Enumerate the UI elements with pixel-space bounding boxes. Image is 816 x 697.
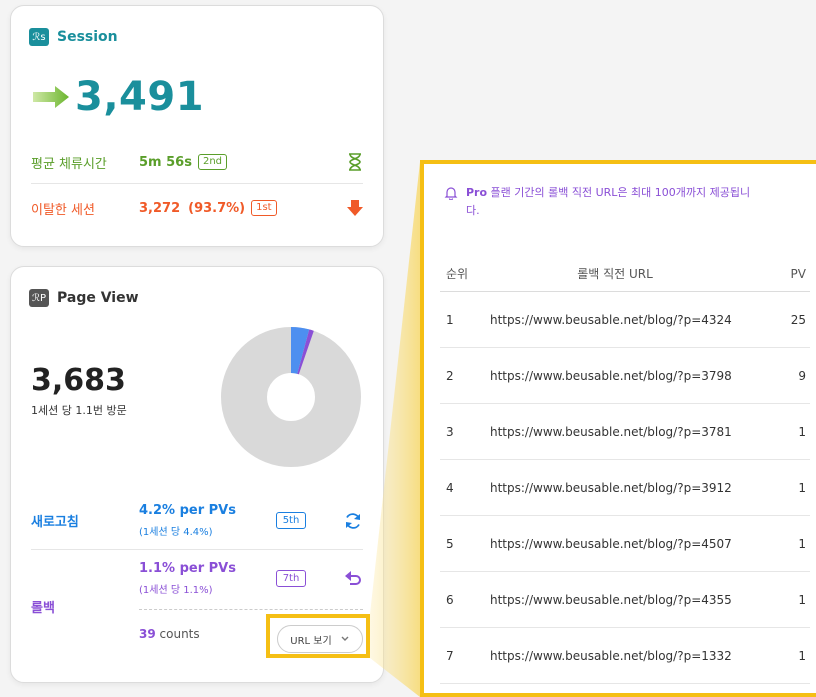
table-row[interactable]: 4 https://www.beusable.net/blog/?p=3912 1 <box>440 460 810 516</box>
rollback-counts-num: 39 <box>139 627 156 641</box>
row-rank: 6 <box>446 592 454 607</box>
row-pv: 1 <box>798 424 806 439</box>
row-pv: 1 <box>798 592 806 607</box>
avg-duration-label: 평균 체류시간 <box>31 156 107 172</box>
session-card: ℛs Session 3,491 평균 체류시간 5m 56s 2nd 이탈한 … <box>10 5 384 247</box>
header-url: 롤백 직전 URL <box>577 267 653 281</box>
url-button-highlight <box>266 614 370 658</box>
rollback-counts: 39 counts <box>139 627 200 641</box>
bell-icon <box>444 187 458 200</box>
row-rank: 1 <box>446 312 454 327</box>
rollback-rank: 7th <box>276 570 306 587</box>
header-rank: 순위 <box>446 267 469 281</box>
avg-duration-rank: 2nd <box>197 154 228 170</box>
table-row[interactable]: 3 https://www.beusable.net/blog/?p=3781 1 <box>440 404 810 460</box>
rollback-dotted <box>139 609 363 610</box>
row-url[interactable]: https://www.beusable.net/blog/?p=4355 <box>490 593 760 607</box>
exit-session-label: 이탈한 세션 <box>31 202 95 218</box>
avg-duration-row: 평균 체류시간 5m 56s 2nd <box>31 142 363 182</box>
table-header: 순위 롤백 직전 URL PV <box>440 256 810 292</box>
undo-icon <box>345 571 361 585</box>
rollback-url-table: 순위 롤백 직전 URL PV 1 https://www.beusable.ne… <box>440 256 810 684</box>
session-total: 3,491 <box>75 74 205 120</box>
row-rank: 2 <box>446 368 454 383</box>
refresh-main: 4.2% per PVs <box>139 503 236 518</box>
exit-session-row: 이탈한 세션 3,272 (93.7%) 1st <box>31 188 363 228</box>
rollback-sub: (1세션 당 1.1%) <box>139 585 213 596</box>
pro-notice-body: 플랜 기간의 롤백 직전 URL은 최대 100개까지 제공됩니다. <box>466 186 751 217</box>
session-title: Session <box>57 29 118 45</box>
rollback-main: 1.1% per PVs <box>139 561 236 576</box>
avg-duration-value: 5m 56s <box>139 154 192 170</box>
refresh-label: 새로고침 <box>31 515 79 530</box>
pageview-title: Page View <box>57 290 139 306</box>
pageview-header: ℛP Page View <box>29 289 139 307</box>
row-url[interactable]: https://www.beusable.net/blog/?p=1332 <box>490 649 760 663</box>
arrow-right-icon <box>33 86 69 108</box>
rollback-url-panel: Pro 플랜 기간의 롤백 직전 URL은 최대 100개까지 제공됩니다. 순… <box>420 160 816 697</box>
table-row[interactable]: 1 https://www.beusable.net/blog/?p=4324 25 <box>440 292 810 348</box>
exit-session-rank: 1st <box>251 200 277 216</box>
hourglass-icon <box>349 153 361 171</box>
row-url[interactable]: https://www.beusable.net/blog/?p=3781 <box>490 425 760 439</box>
rollback-counts-label: counts <box>159 627 200 641</box>
row-url[interactable]: https://www.beusable.net/blog/?p=3912 <box>490 481 760 495</box>
row-url[interactable]: https://www.beusable.net/blog/?p=4324 <box>490 313 760 327</box>
row-pv: 9 <box>798 368 806 383</box>
refresh-sub: (1세션 당 4.4%) <box>139 527 213 538</box>
session-divider <box>31 183 363 184</box>
row-rank: 3 <box>446 424 454 439</box>
pageview-donut <box>221 327 361 467</box>
table-row[interactable]: 2 https://www.beusable.net/blog/?p=3798 9 <box>440 348 810 404</box>
pv-divider <box>31 549 363 550</box>
pro-notice-text: Pro 플랜 기간의 롤백 직전 URL은 최대 100개까지 제공됩니다. <box>466 184 754 220</box>
row-rank: 5 <box>446 536 454 551</box>
pageview-person-icon: ℛP <box>29 289 49 307</box>
row-pv: 1 <box>798 480 806 495</box>
header-pv: PV <box>790 266 806 281</box>
row-url[interactable]: https://www.beusable.net/blog/?p=4507 <box>490 537 760 551</box>
exit-session-pct: (93.7%) <box>188 200 246 216</box>
table-row[interactable]: 7 https://www.beusable.net/blog/?p=1332 1 <box>440 628 810 684</box>
exit-session-value: 3,272 <box>139 200 181 216</box>
row-pv: 1 <box>798 536 806 551</box>
pageview-total: 3,683 <box>31 363 126 398</box>
session-person-icon: ℛs <box>29 28 49 46</box>
table-row[interactable]: 6 https://www.beusable.net/blog/?p=4355 1 <box>440 572 810 628</box>
rollback-label: 롤백 <box>31 601 55 616</box>
pro-notice: Pro 플랜 기간의 롤백 직전 URL은 최대 100개까지 제공됩니다. <box>444 184 754 220</box>
row-rank: 7 <box>446 648 454 663</box>
refresh-rank: 5th <box>276 512 306 529</box>
row-pv: 1 <box>798 648 806 663</box>
row-url[interactable]: https://www.beusable.net/blog/?p=3798 <box>490 369 760 383</box>
session-total-row: 3,491 <box>31 74 204 120</box>
pageview-sub: 1세션 당 1.1번 방문 <box>31 404 127 417</box>
table-body: 1 https://www.beusable.net/blog/?p=4324 25… <box>440 292 810 684</box>
arrow-down-icon <box>347 200 363 216</box>
refresh-icon <box>346 513 360 529</box>
session-header: ℛs Session <box>29 28 118 46</box>
row-pv: 25 <box>790 312 806 327</box>
table-row[interactable]: 5 https://www.beusable.net/blog/?p=4507 1 <box>440 516 810 572</box>
pro-notice-bold: Pro <box>466 186 488 199</box>
row-rank: 4 <box>446 480 454 495</box>
